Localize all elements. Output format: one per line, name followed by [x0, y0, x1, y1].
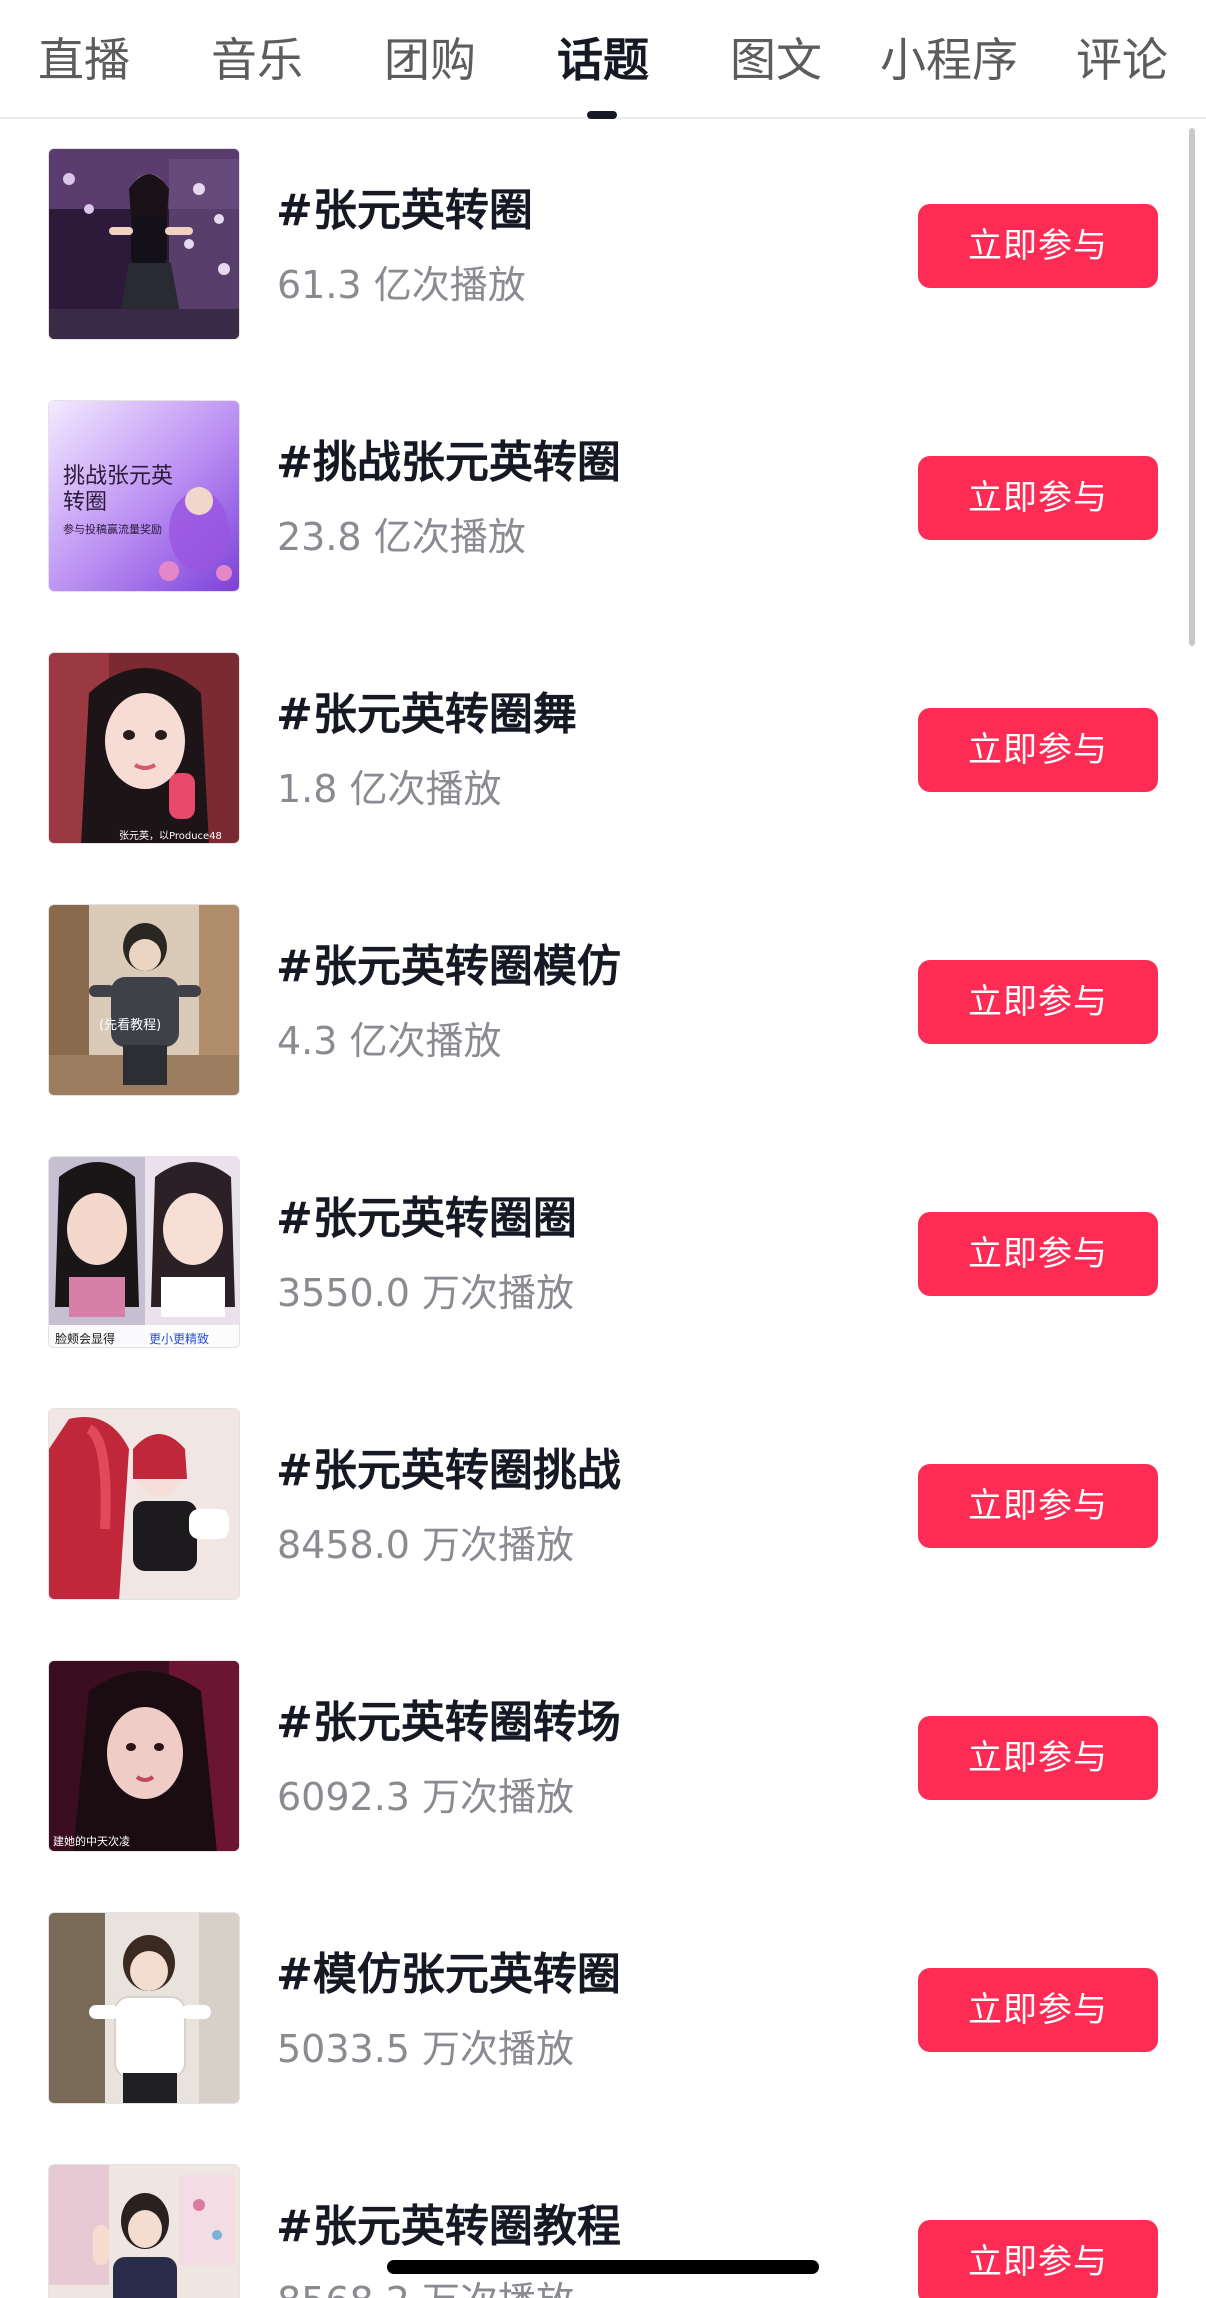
thumbnail-text-line1: 挑战张元英: [63, 464, 173, 489]
tab-live[interactable]: 直播: [38, 28, 130, 92]
topic-play-count: 23.8 亿次播放: [277, 515, 526, 559]
topic-title: #模仿张元英转圈: [276, 1949, 621, 2000]
category-tab-bar: 直播 音乐 团购 话题 图文 小程序 评论: [0, 0, 1206, 119]
topic-row[interactable]: #张元英转圈挑战 8458.0 万次播放 立即参与: [0, 1380, 1206, 1632]
tab-image-text[interactable]: 图文: [730, 28, 822, 92]
scrollbar[interactable]: [1189, 128, 1195, 646]
thumbnail-caption: 建她的中天次凌: [53, 1834, 130, 1848]
topic-title: #张元英转圈转场: [276, 1697, 621, 1748]
join-now-button[interactable]: 立即参与: [918, 2220, 1158, 2298]
join-now-button[interactable]: 立即参与: [918, 1212, 1158, 1296]
thumbnail-caption-right: 更小更精致: [149, 1332, 209, 1346]
tab-topics[interactable]: 话题: [557, 28, 649, 92]
topic-play-count: 8458.0 万次播放: [277, 1523, 575, 1567]
topic-title: #张元英转圈挑战: [276, 1445, 621, 1496]
topic-play-count: 4.3 亿次播放: [277, 1019, 502, 1063]
topic-thumbnail: 建她的中天次凌: [48, 1660, 240, 1852]
join-now-button[interactable]: 立即参与: [918, 456, 1158, 540]
topic-play-count: 6092.3 万次播放: [277, 1775, 575, 1819]
topic-title: #张元英转圈模仿: [276, 941, 621, 992]
thumbnail-caption: (先看教程): [99, 1017, 161, 1033]
topic-play-count: 5033.5 万次播放: [277, 2027, 575, 2071]
topic-play-count: 8568.2 万次播放: [277, 2270, 574, 2298]
topic-thumbnail: 张元英，以Produce48: [48, 652, 240, 844]
topic-row[interactable]: #张元英转圈 61.3 亿次播放 立即参与: [0, 120, 1206, 372]
join-now-button[interactable]: 立即参与: [918, 708, 1158, 792]
topic-row[interactable]: #模仿张元英转圈 5033.5 万次播放 立即参与: [0, 1884, 1206, 2136]
tab-mini-program[interactable]: 小程序: [880, 28, 1018, 92]
thumbnail-caption-left: 脸颊会显得: [55, 1331, 115, 1346]
topic-title: #张元英转圈教程: [276, 2201, 621, 2252]
join-now-button[interactable]: 立即参与: [918, 1968, 1158, 2052]
thumbnail-text-line2: 转圈: [63, 490, 107, 515]
active-tab-indicator: [587, 111, 617, 119]
topic-title: #张元英转圈: [276, 185, 533, 236]
home-indicator[interactable]: [387, 2260, 819, 2274]
join-now-button[interactable]: 立即参与: [918, 204, 1158, 288]
join-now-button[interactable]: 立即参与: [918, 1464, 1158, 1548]
topic-thumbnail: [48, 148, 240, 340]
join-now-button[interactable]: 立即参与: [918, 960, 1158, 1044]
thumbnail-caption: 张元英，以Produce48: [119, 829, 222, 842]
topic-row[interactable]: (先看教程) #张元英转圈模仿 4.3 亿次播放 立即参与: [0, 876, 1206, 1128]
topic-row[interactable]: 建她的中天次凌 #张元英转圈转场 6092.3 万次播放 立即参与: [0, 1632, 1206, 1884]
topic-play-count: 3550.0 万次播放: [277, 1271, 575, 1315]
topic-thumbnail: 挑战张元英 转圈 参与投稿赢流量奖励: [48, 400, 240, 592]
thumbnail-text-line3: 参与投稿赢流量奖励: [63, 522, 162, 536]
topic-title: #张元英转圈舞: [276, 689, 577, 740]
topic-play-count: 1.8 亿次播放: [277, 767, 502, 811]
topic-list[interactable]: #张元英转圈 61.3 亿次播放 立即参与 挑战张元英 转圈 参与投稿赢流量奖励…: [0, 120, 1206, 2298]
topic-play-count: 61.3 亿次播放: [277, 263, 526, 307]
tab-music[interactable]: 音乐: [211, 28, 303, 92]
topic-thumbnail: 脸颊会显得 更小更精致: [48, 1156, 240, 1348]
tab-group-buy[interactable]: 团购: [384, 28, 476, 92]
topic-thumbnail: [48, 2164, 240, 2298]
topic-title: #张元英转圈圈: [276, 1193, 577, 1244]
topic-row[interactable]: 张元英，以Produce48 #张元英转圈舞 1.8 亿次播放 立即参与: [0, 624, 1206, 876]
topic-row[interactable]: 脸颊会显得 更小更精致 #张元英转圈圈 3550.0 万次播放 立即参与: [0, 1128, 1206, 1380]
topic-thumbnail: [48, 1912, 240, 2104]
tab-comments[interactable]: 评论: [1076, 28, 1168, 92]
topic-thumbnail: [48, 1408, 240, 1600]
topic-row[interactable]: 挑战张元英 转圈 参与投稿赢流量奖励 #挑战张元英转圈 23.8 亿次播放 立即…: [0, 372, 1206, 624]
topic-title: #挑战张元英转圈: [276, 437, 621, 488]
topic-search-page: 直播 音乐 团购 话题 图文 小程序 评论 #张元英转圈 61.3 亿次播放 立…: [0, 0, 1206, 2298]
topic-thumbnail: (先看教程): [48, 904, 240, 1096]
join-now-button[interactable]: 立即参与: [918, 1716, 1158, 1800]
